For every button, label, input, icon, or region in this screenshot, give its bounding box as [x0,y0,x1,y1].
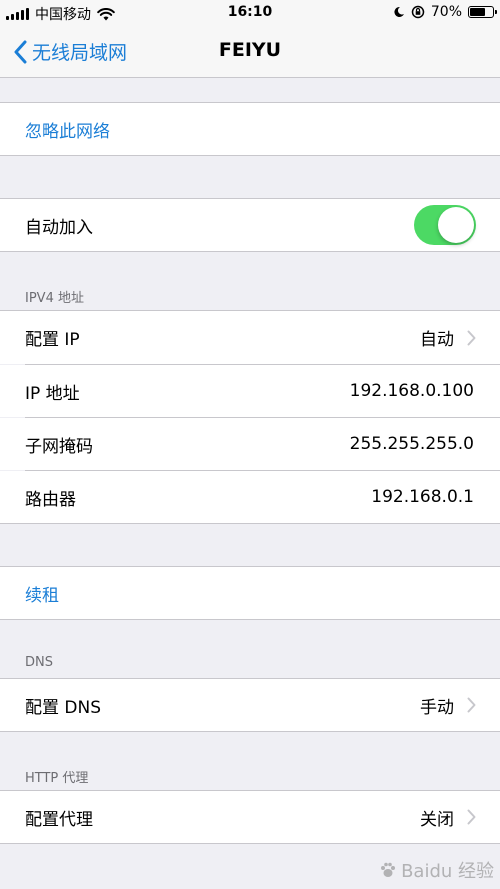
chevron-right-icon [467,330,476,345]
configure-dns-value: 手动 [420,697,454,718]
battery-percent: 70% [430,4,462,20]
moon-icon [394,6,404,17]
chevron-right-icon [467,697,476,713]
subnet-mask-label: 子网掩码 [25,436,93,457]
ip-address-label: IP 地址 [25,383,80,404]
auto-join-row: 自动加入 [0,199,500,251]
paw-icon [381,862,396,877]
battery-fill [470,8,486,16]
rotation-lock-icon [411,5,425,19]
configure-ip-row[interactable]: 配置 IP 自动 [0,311,500,364]
configure-dns-row[interactable]: 配置 DNS 手动 [0,679,500,731]
divider [0,731,500,732]
baidu-watermark: Baidu 经验 [379,857,494,883]
divider [0,523,500,524]
page-title: FEIYU [218,39,282,61]
router-row: 路由器 192.168.0.1 [0,471,500,523]
subnet-mask-row: 子网掩码 255.255.255.0 [0,418,500,470]
forget-network-label: 忽略此网络 [25,121,110,142]
subnet-mask-value: 255.255.255.0 [349,434,474,454]
renew-lease-label: 续租 [25,585,59,606]
http-proxy-section-header: HTTP 代理 [25,771,89,786]
router-value: 192.168.0.1 [371,487,474,507]
divider [0,155,500,156]
divider [0,619,500,620]
status-right: 70% [393,4,497,20]
watermark-text: Baidu 经验 [401,861,494,882]
configure-proxy-value: 关闭 [420,809,454,830]
renew-lease-button[interactable]: 续租 [0,567,500,619]
configure-proxy-row[interactable]: 配置代理 关闭 [0,791,500,843]
dns-section-header: DNS [25,655,53,670]
configure-ip-value: 自动 [420,330,454,350]
configure-proxy-label: 配置代理 [25,809,93,830]
ip-address-row: IP 地址 192.168.0.100 [0,365,500,417]
auto-join-label: 自动加入 [25,217,93,238]
battery-icon [468,6,497,18]
toggle-knob [438,207,474,243]
chevron-right-icon [467,809,476,825]
configure-ip-label: 配置 IP [25,330,80,350]
ip-address-value: 192.168.0.100 [349,381,474,401]
configure-dns-label: 配置 DNS [25,697,102,718]
navigation-bar: 无线局域网 FEIYU [0,26,500,78]
divider [0,843,500,844]
auto-join-toggle[interactable] [414,205,476,245]
status-bar: 中国移动 16:10 70% [0,0,500,26]
ipv4-section-header: IPV4 地址 [25,291,84,306]
router-label: 路由器 [25,489,76,510]
forget-network-button[interactable]: 忽略此网络 [0,103,500,155]
divider [0,251,500,252]
